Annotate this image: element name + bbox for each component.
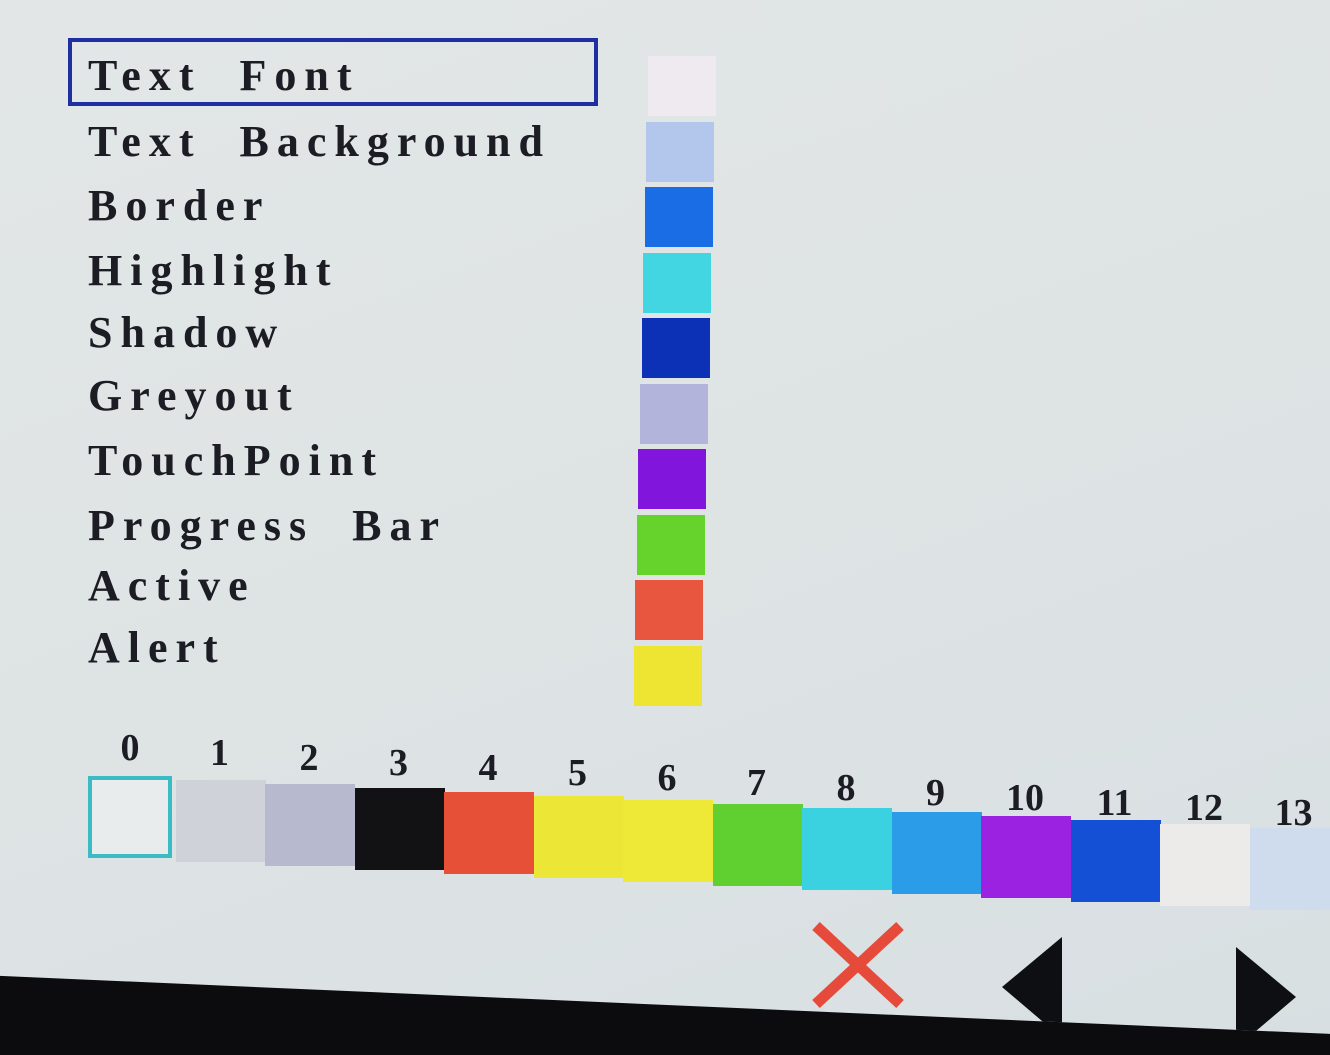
menu-item-touchpoint[interactable]: TouchPoint (88, 435, 384, 487)
palette-number: 8 (836, 767, 856, 809)
assigned-color-swatch (633, 645, 702, 706)
close-icon[interactable] (808, 918, 908, 1012)
palette-number: 7 (747, 762, 766, 804)
menu-item-text-background[interactable]: Text Background (88, 116, 551, 168)
palette-number: 4 (478, 747, 498, 789)
assigned-color-swatch (646, 121, 715, 182)
palette-number: 1 (210, 732, 229, 774)
palette-swatch[interactable] (444, 792, 534, 874)
palette-number: 3 (389, 742, 408, 784)
palette-number: 2 (299, 737, 319, 779)
menu-item-greyout[interactable]: Greyout (88, 370, 300, 422)
palette-swatch[interactable] (891, 812, 982, 894)
palette-number: 5 (568, 752, 587, 794)
assigned-color-swatch (636, 514, 705, 575)
menu-item-border[interactable]: Border (88, 180, 270, 232)
palette-swatch[interactable] (354, 788, 445, 870)
palette-number: 0 (120, 727, 140, 769)
assigned-color-swatch (648, 56, 716, 116)
menu-item-highlight[interactable]: Highlight (88, 245, 339, 297)
assigned-color-swatch (643, 252, 712, 313)
menu-item-text-font[interactable]: Text Font (68, 38, 598, 106)
osd-screen: Text Font Text Background Border Highlight S… (0, 0, 1330, 1034)
palette-swatch[interactable] (88, 776, 172, 858)
palette-swatch[interactable] (1249, 828, 1330, 910)
palette-swatch[interactable] (1070, 820, 1161, 902)
palette-number: 6 (657, 757, 677, 799)
palette-number: 11 (1096, 782, 1133, 824)
menu-item-shadow[interactable]: Shadow (88, 307, 285, 359)
menu-item-alert[interactable]: Alert (88, 622, 226, 674)
palette-swatch[interactable] (265, 784, 355, 866)
assigned-color-swatch (641, 318, 710, 378)
assigned-color-swatch (644, 187, 713, 247)
assigned-color-swatch (640, 383, 708, 444)
menu-item-progress-bar[interactable]: Progress Bar (88, 500, 447, 552)
menu-item-active[interactable]: Active (88, 560, 256, 612)
palette-swatch[interactable] (175, 780, 266, 862)
palette-swatch[interactable] (712, 804, 803, 886)
palette-swatch[interactable] (533, 796, 624, 878)
palette-swatch[interactable] (1160, 824, 1250, 906)
palette-swatch[interactable] (623, 800, 713, 882)
palette-number: 9 (926, 772, 945, 814)
palette-swatch[interactable] (802, 808, 892, 890)
assigned-color-swatch (635, 580, 704, 640)
assigned-color-swatch (638, 449, 707, 509)
palette-swatch[interactable] (981, 816, 1071, 898)
palette-number: 10 (1006, 777, 1044, 819)
